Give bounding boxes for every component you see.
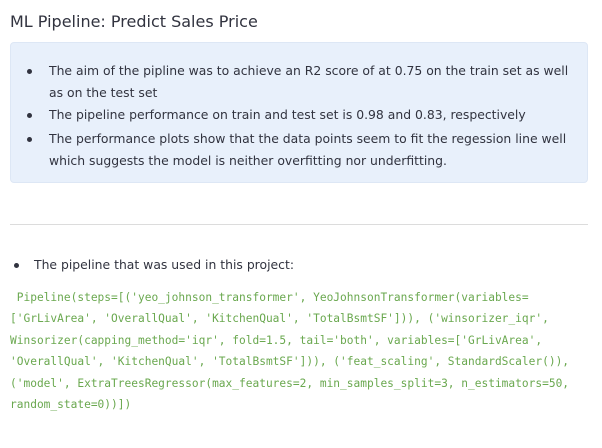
page-title: ML Pipeline: Predict Sales Price xyxy=(10,12,258,31)
code-line: Pipeline(steps=[('yeo_johnson_transforme… xyxy=(10,291,529,304)
info-box: The aim of the pipline was to achieve an… xyxy=(10,42,588,183)
code-line: Winsorizer(capping_method='iqr', fold=1.… xyxy=(10,333,543,347)
pipeline-label: The pipeline that was used in this proje… xyxy=(14,254,294,276)
code-line: ('model', ExtraTreesRegressor(max_featur… xyxy=(10,376,570,390)
code-line: ['GrLivArea', 'OverallQual', 'KitchenQua… xyxy=(10,312,549,326)
info-list-item: The aim of the pipline was to achieve an… xyxy=(27,60,579,104)
pipeline-code-block: Pipeline(steps=[('yeo_johnson_transforme… xyxy=(10,287,590,415)
info-list-item: The pipeline performance on train and te… xyxy=(27,104,579,126)
code-line: 'OverallQual', 'KitchenQual', 'TotalBsmt… xyxy=(10,355,570,369)
section-divider xyxy=(10,224,588,225)
info-list-item: The performance plots show that the data… xyxy=(27,128,579,172)
code-line: random_state=0))]) xyxy=(10,398,132,412)
